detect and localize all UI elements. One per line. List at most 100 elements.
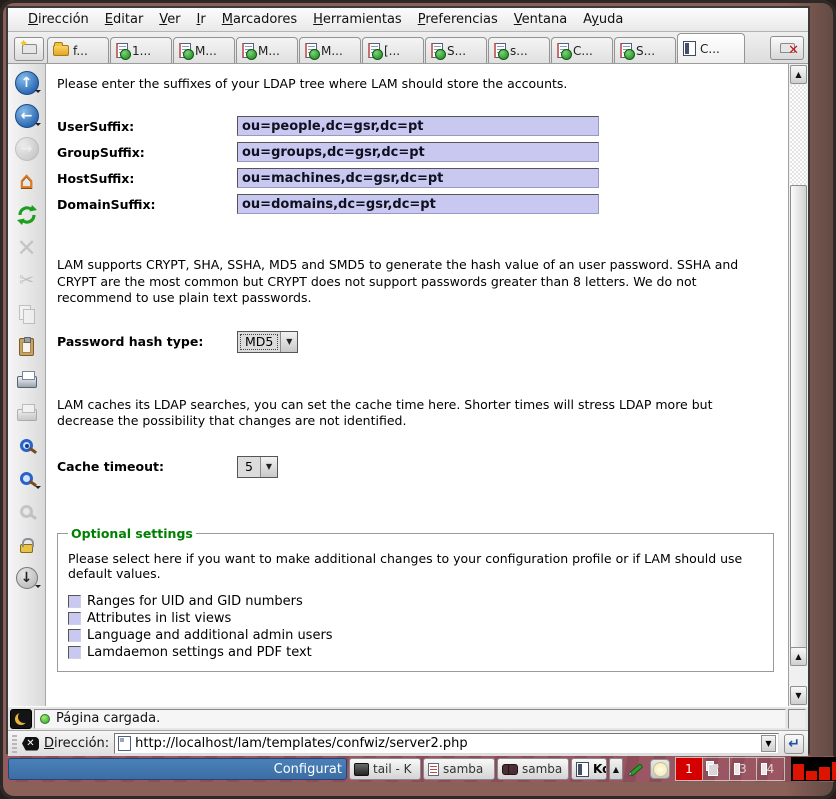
script-globe-icon bbox=[242, 43, 254, 58]
stop-icon[interactable]: ✕ bbox=[10, 231, 44, 264]
cache-select[interactable]: 5 ▼ bbox=[237, 456, 278, 478]
tab-10[interactable]: S... bbox=[614, 37, 676, 63]
find-icon[interactable] bbox=[10, 429, 44, 462]
binoculars-icon bbox=[502, 764, 518, 774]
scroll-up-button-bottom[interactable]: ▲ bbox=[790, 647, 807, 666]
menu-ventana[interactable]: Ventana bbox=[506, 10, 575, 29]
lamdaemon-checkbox[interactable] bbox=[68, 646, 81, 659]
vertical-scrollbar[interactable]: ▲ ▲ ▼ bbox=[788, 64, 808, 706]
download-icon[interactable]: ↓ bbox=[10, 561, 44, 594]
checkbox-row-language: Language and additional admin users bbox=[68, 627, 765, 644]
close-tab-button[interactable]: ✕ bbox=[770, 36, 804, 60]
pager-desktop-3[interactable]: 3 bbox=[730, 758, 757, 780]
task-samba-find[interactable]: samba bbox=[497, 758, 569, 780]
statusbar-grip bbox=[788, 709, 806, 729]
tab-6[interactable]: [... bbox=[362, 37, 424, 63]
menu-herramientas[interactable]: Herramientas bbox=[305, 10, 410, 29]
menu-ir[interactable]: Ir bbox=[189, 10, 214, 29]
tab-4[interactable]: M... bbox=[236, 37, 298, 63]
tab-5[interactable]: M... bbox=[299, 37, 361, 63]
menu-marcadores[interactable]: Marcadores bbox=[214, 10, 305, 29]
bulb-tray-icon[interactable] bbox=[649, 758, 671, 780]
pdf-viewer-icon bbox=[428, 763, 439, 776]
console-icon bbox=[354, 763, 369, 776]
attributes-checkbox-label: Attributes in list views bbox=[87, 611, 231, 626]
ranges-checkbox[interactable] bbox=[68, 595, 81, 608]
paste-icon[interactable] bbox=[10, 330, 44, 363]
reload-icon[interactable] bbox=[10, 198, 44, 231]
konqueror-logo bbox=[10, 709, 32, 729]
group-suffix-input[interactable] bbox=[237, 142, 599, 162]
menu-ver[interactable]: Ver bbox=[151, 10, 188, 29]
cache-label: Cache timeout: bbox=[57, 459, 237, 474]
script-globe-icon bbox=[179, 43, 191, 58]
host-suffix-input[interactable] bbox=[237, 168, 599, 188]
go-button[interactable]: ↵ bbox=[784, 734, 804, 754]
menu-direccion[interactable]: Dirección bbox=[20, 10, 97, 29]
desktop-background bbox=[0, 782, 836, 799]
scroll-up-button[interactable]: ▲ bbox=[790, 65, 807, 84]
tab-9[interactable]: C... bbox=[551, 37, 613, 63]
task-samba-pdf[interactable]: samba bbox=[423, 758, 495, 780]
shrink-font-icon[interactable] bbox=[10, 495, 44, 528]
task-tail[interactable]: tail - K bbox=[349, 758, 421, 780]
chevron-down-icon: ▼ bbox=[260, 457, 277, 477]
task-konqueror[interactable]: Kon bbox=[571, 758, 607, 780]
main-area: ↑ ← → ⌂ ✕ ✂ bbox=[8, 64, 808, 706]
scroll-down-button[interactable]: ▼ bbox=[790, 686, 807, 705]
toolbar-drag-handle[interactable] bbox=[12, 735, 17, 753]
tab-3[interactable]: M... bbox=[173, 37, 235, 63]
desktop-screen: Dirección Editar Ver Ir Marcadores Herra… bbox=[0, 0, 836, 799]
menu-ayuda[interactable]: Ayuda bbox=[575, 10, 631, 29]
scrollbar-thumb[interactable] bbox=[790, 185, 807, 663]
pager-desktop-1[interactable]: 1 bbox=[676, 758, 703, 780]
ranges-checkbox-label: Ranges for UID and GID numbers bbox=[87, 594, 303, 609]
tab-7[interactable]: S... bbox=[425, 37, 487, 63]
language-checkbox[interactable] bbox=[68, 629, 81, 642]
script-globe-icon bbox=[305, 43, 317, 58]
status-bar: Página cargada. bbox=[8, 706, 808, 730]
pager-desktop-4[interactable]: 4 bbox=[757, 758, 784, 780]
print-icon[interactable] bbox=[10, 363, 44, 396]
chevron-down-icon: ▼ bbox=[280, 332, 297, 352]
hash-select[interactable]: MD5 ▼ bbox=[237, 331, 298, 353]
back-icon[interactable]: ← bbox=[10, 99, 44, 132]
enlarge-font-icon[interactable] bbox=[10, 462, 44, 495]
checkbox-row-ranges: Ranges for UID and GID numbers bbox=[68, 593, 765, 610]
tab-folder[interactable]: f... bbox=[47, 37, 109, 63]
status-text: Página cargada. bbox=[56, 711, 160, 726]
optional-intro: Please select here if you want to make a… bbox=[68, 551, 763, 581]
copy-icon[interactable] bbox=[10, 297, 44, 330]
menu-editar[interactable]: Editar bbox=[97, 10, 152, 29]
new-tab-button[interactable]: ✦ bbox=[14, 37, 44, 61]
attributes-checkbox[interactable] bbox=[68, 612, 81, 625]
pen-tray-icon[interactable] bbox=[625, 758, 647, 780]
taskbar-scroll-up-button[interactable]: ▲ bbox=[609, 758, 623, 780]
domain-suffix-row: DomainSuffix: bbox=[57, 191, 788, 217]
security-icon[interactable] bbox=[10, 528, 44, 561]
user-suffix-input[interactable] bbox=[237, 116, 599, 136]
location-bar: ✕ Dirección: http://localhost/lam/templa… bbox=[8, 730, 808, 756]
menu-preferencias[interactable]: Preferencias bbox=[410, 10, 506, 29]
clear-location-icon[interactable]: ✕ bbox=[22, 737, 39, 751]
up-icon[interactable]: ↑ bbox=[10, 66, 44, 99]
tab-8[interactable]: s... bbox=[488, 37, 550, 63]
forward-icon[interactable]: → bbox=[10, 132, 44, 165]
url-input[interactable]: http://localhost/lam/templates/confwiz/s… bbox=[114, 733, 779, 754]
print-frame-icon[interactable] bbox=[10, 396, 44, 429]
tab-active-configuration[interactable]: C... bbox=[677, 33, 745, 63]
cut-icon[interactable]: ✂ bbox=[10, 264, 44, 297]
checkbox-row-lamdaemon: Lamdaemon settings and PDF text bbox=[68, 644, 765, 661]
task-configuration-active[interactable]: Configurat bbox=[8, 758, 347, 780]
pager-desktop-2[interactable]: 2 bbox=[703, 758, 730, 780]
kicker-panel: Configurat tail - K samba samba Kon ▲ 1 … bbox=[6, 756, 834, 782]
tab-2[interactable]: 1... bbox=[110, 37, 172, 63]
user-suffix-label: UserSuffix: bbox=[57, 119, 237, 134]
host-suffix-label: HostSuffix: bbox=[57, 171, 237, 186]
home-icon[interactable]: ⌂ bbox=[10, 165, 44, 198]
location-label: Dirección: bbox=[44, 736, 109, 751]
hash-row: Password hash type: MD5 ▼ bbox=[57, 329, 788, 355]
domain-suffix-input[interactable] bbox=[237, 194, 599, 214]
group-suffix-row: GroupSuffix: bbox=[57, 139, 788, 165]
url-history-dropdown[interactable]: ▼ bbox=[761, 735, 776, 752]
